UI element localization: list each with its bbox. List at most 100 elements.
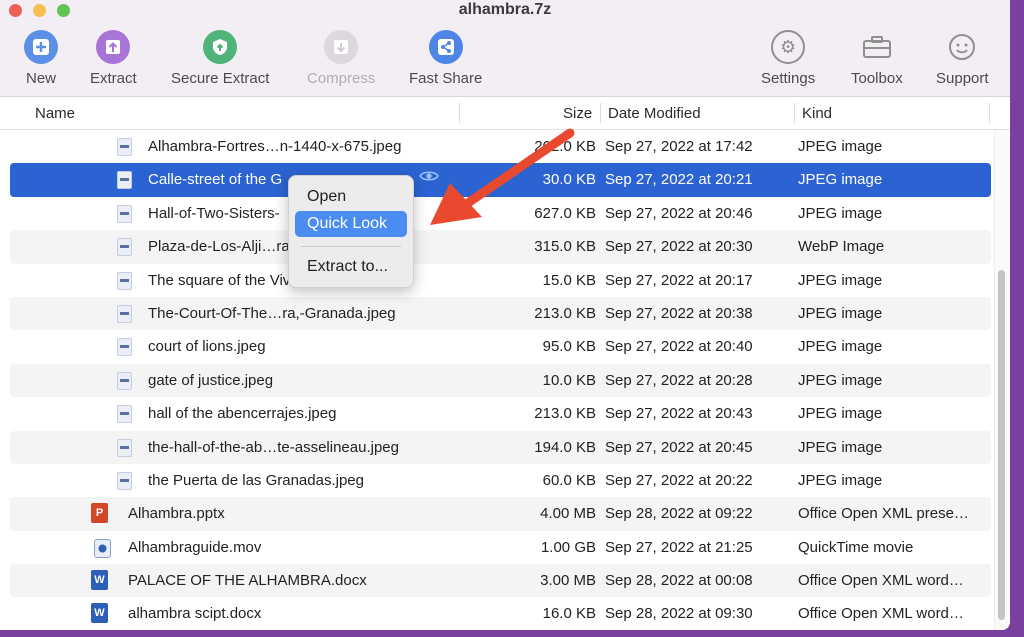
- word-icon: W: [91, 570, 108, 591]
- file-size: 10.0 KB: [542, 371, 596, 389]
- table-row[interactable]: W PALACE OF THE ALHAMBRA.docx 3.00 MB Se…: [10, 564, 991, 598]
- file-date: Sep 27, 2022 at 20:22: [605, 471, 753, 489]
- compress-button[interactable]: Compress: [307, 30, 375, 87]
- column-kind[interactable]: Kind: [802, 105, 832, 122]
- extract-icon: [96, 30, 131, 64]
- file-kind: Office Open XML prese…: [798, 505, 969, 523]
- movie-file-icon: [94, 538, 111, 558]
- file-date: Sep 27, 2022 at 20:28: [605, 371, 753, 389]
- file-name: Alhambra-Fortres…n-1440-x-675.jpeg: [148, 138, 402, 155]
- file-date: Sep 27, 2022 at 20:43: [605, 405, 753, 423]
- file-size: 213.0 KB: [534, 405, 596, 423]
- fast-share-label: Fast Share: [409, 70, 483, 87]
- table-row[interactable]: The-Court-Of-The…ra,-Granada.jpeg 213.0 …: [10, 296, 991, 331]
- file-name: the Puerta de las Granadas.jpeg: [148, 471, 364, 489]
- app-window: alhambra.7z New Extract Secure Extract C…: [0, 0, 1010, 630]
- image-file-icon: [117, 371, 132, 390]
- menu-item-label: Open: [307, 188, 347, 205]
- file-size: 95.0 KB: [542, 338, 596, 356]
- file-size: 4.00 MB: [540, 505, 596, 523]
- file-date: Sep 27, 2022 at 17:42: [605, 138, 753, 155]
- support-icon: [945, 30, 979, 64]
- table-row[interactable]: court of lions.jpeg 95.0 KB Sep 27, 2022…: [10, 330, 991, 363]
- compress-label: Compress: [307, 70, 376, 87]
- file-kind: JPEG image: [798, 204, 883, 222]
- file-kind: JPEG image: [798, 405, 883, 423]
- file-date: Sep 27, 2022 at 20:30: [605, 238, 753, 256]
- file-date: Sep 27, 2022 at 20:46: [605, 204, 753, 222]
- file-size: 315.0 KB: [534, 238, 596, 256]
- file-name: Hall-of-Two-Sisters-: [148, 204, 280, 222]
- column-name[interactable]: Name: [35, 105, 75, 122]
- file-size: 60.0 KB: [542, 471, 596, 489]
- file-date: Sep 27, 2022 at 21:25: [605, 538, 753, 556]
- scrollbar-thumb[interactable]: [998, 270, 1005, 620]
- share-icon: [428, 30, 463, 64]
- image-file-icon: [117, 338, 132, 357]
- table-row[interactable]: W alhambra scipt.docx 16.0 KB Sep 28, 20…: [10, 597, 991, 630]
- menu-item-label: Quick Look: [307, 215, 388, 232]
- extract-button[interactable]: Extract: [90, 30, 137, 87]
- menu-divider: [301, 246, 401, 247]
- compress-icon: [324, 30, 359, 64]
- file-date: Sep 28, 2022 at 09:30: [605, 605, 753, 623]
- file-date: Sep 28, 2022 at 09:22: [605, 505, 753, 523]
- file-kind: Office Open XML word…: [798, 572, 964, 590]
- file-date: Sep 27, 2022 at 20:38: [605, 304, 753, 322]
- toolbox-button[interactable]: Toolbox: [851, 30, 903, 87]
- toolbar: alhambra.7z New Extract Secure Extract C…: [0, 0, 1010, 97]
- file-name: gate of justice.jpeg: [148, 371, 274, 389]
- menu-item-extract-to[interactable]: Extract to...: [295, 254, 407, 280]
- menu-item-quick-look[interactable]: Quick Look: [295, 211, 407, 237]
- file-name: Plaza-de-Los-Alji…ra: [148, 238, 290, 256]
- column-divider[interactable]: [794, 103, 795, 123]
- secure-extract-button[interactable]: Secure Extract: [171, 30, 269, 87]
- image-file-icon: [117, 438, 132, 457]
- column-divider[interactable]: [989, 103, 990, 123]
- file-kind: JPEG image: [798, 304, 883, 322]
- table-row[interactable]: The square of the Viv 15.0 KB Sep 27, 20…: [10, 264, 991, 297]
- toolbox-icon: [860, 30, 894, 64]
- table-row[interactable]: hall of the abencerrajes.jpeg 213.0 KB S…: [10, 397, 991, 430]
- image-file-icon: [117, 405, 132, 424]
- arrow-annotation: [430, 128, 575, 225]
- table-row[interactable]: Alhambraguide.mov 1.00 GB Sep 27, 2022 a…: [10, 531, 991, 564]
- column-divider[interactable]: [600, 103, 601, 123]
- file-kind: JPEG image: [798, 271, 883, 289]
- fast-share-button[interactable]: Fast Share: [409, 30, 482, 87]
- file-kind: Office Open XML word…: [798, 605, 964, 623]
- file-name: hall of the abencerrajes.jpeg: [148, 405, 337, 423]
- table-row[interactable]: the-hall-of-the-ab…te-asselineau.jpeg 19…: [10, 430, 991, 464]
- support-label: Support: [936, 70, 989, 87]
- support-button[interactable]: Support: [936, 30, 989, 87]
- menu-item-open[interactable]: Open: [295, 184, 407, 210]
- file-kind: JPEG image: [798, 471, 883, 489]
- context-menu: Open Quick Look Extract to...: [288, 175, 414, 288]
- vertical-scrollbar[interactable]: [994, 130, 1009, 630]
- gear-icon: ⚙: [771, 30, 806, 64]
- file-name: The square of the Viv: [148, 271, 291, 289]
- secure-extract-icon: [203, 30, 238, 64]
- file-kind: JPEG image: [798, 338, 883, 356]
- file-date: Sep 28, 2022 at 00:08: [605, 572, 753, 590]
- file-size: 15.0 KB: [542, 271, 596, 289]
- file-kind: QuickTime movie: [798, 538, 914, 556]
- image-file-icon: [117, 204, 132, 223]
- file-name: The-Court-Of-The…ra,-Granada.jpeg: [148, 304, 396, 322]
- table-row[interactable]: P Alhambra.pptx 4.00 MB Sep 28, 2022 at …: [10, 497, 991, 531]
- settings-label: Settings: [761, 70, 816, 87]
- new-button[interactable]: New: [24, 30, 58, 87]
- column-divider[interactable]: [459, 103, 460, 123]
- file-date: Sep 27, 2022 at 20:45: [605, 438, 753, 456]
- settings-button[interactable]: ⚙ Settings: [761, 30, 815, 87]
- table-row[interactable]: the Puerta de las Granadas.jpeg 60.0 KB …: [10, 464, 991, 497]
- file-size: 213.0 KB: [534, 304, 596, 322]
- image-file-icon: [117, 238, 132, 257]
- image-file-icon: [117, 171, 132, 190]
- column-size[interactable]: Size: [563, 105, 592, 122]
- table-row[interactable]: Plaza-de-Los-Alji…ra 315.0 KB Sep 27, 20…: [10, 230, 991, 264]
- table-row[interactable]: gate of justice.jpeg 10.0 KB Sep 27, 202…: [10, 363, 991, 398]
- new-label: New: [25, 70, 56, 87]
- column-date[interactable]: Date Modified: [608, 105, 701, 122]
- file-size: 3.00 MB: [540, 572, 596, 590]
